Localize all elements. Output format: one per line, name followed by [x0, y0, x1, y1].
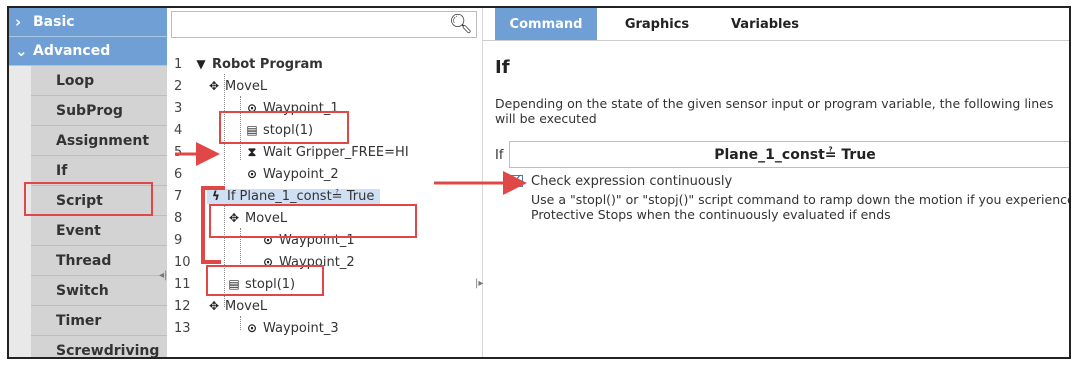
checkbox-help-text: Use a "stopl()" or "stopj()" script comm…	[531, 192, 1071, 222]
nav-item-thread[interactable]: Thread	[31, 246, 167, 276]
nav-item-switch[interactable]: Switch	[31, 276, 167, 306]
tree-node-label: Robot Program	[212, 57, 323, 72]
search-icon[interactable]: 🔍︎	[449, 12, 473, 35]
line-number: 7	[174, 189, 183, 204]
nav-category-label: Advanced	[33, 43, 111, 59]
nav-category-basic[interactable]: › Basic	[9, 8, 167, 37]
checkbox-label[interactable]: Check expression continuously	[531, 174, 732, 189]
tree-node: ⊙ Waypoint_3	[245, 321, 339, 336]
chevron-right-icon: ›	[15, 13, 22, 31]
move-icon: ✥	[208, 299, 220, 313]
checkmark-icon: ✓	[512, 172, 523, 187]
line-number: 2	[174, 79, 183, 94]
tree-row[interactable]: 5 ⧗ Wait Gripper_FREE=HI	[167, 142, 477, 164]
page-title: If	[495, 57, 510, 78]
tree-row[interactable]: 2 ✥ MoveL	[167, 76, 477, 98]
tree-node: ⧗ Wait Gripper_FREE=HI	[245, 145, 409, 160]
tree-node: ⊙ Waypoint_2	[245, 167, 339, 182]
annotation-box-stopl-2	[206, 265, 324, 296]
lightning-icon: ϟ	[212, 189, 220, 203]
tree-row[interactable]: 13 ⊙ Waypoint_3	[167, 318, 477, 340]
line-number: 12	[174, 299, 191, 314]
line-number: 9	[174, 233, 183, 248]
nav-item-event[interactable]: Event	[31, 216, 167, 246]
tree-node: ✥ MoveL	[207, 79, 267, 94]
waypoint-icon: ⊙	[246, 167, 258, 181]
command-panel: Command Graphics Variables If Depending …	[483, 8, 1069, 357]
if-field-label: If	[495, 148, 504, 163]
tree-node-label: MoveL	[225, 299, 268, 314]
collapse-triangle-icon[interactable]: ▼	[194, 57, 208, 71]
nav-item-screwdriving[interactable]: Screwdriving	[31, 336, 167, 357]
tree-node: ϟ If Plane_1_const≟ True	[207, 189, 381, 204]
tree-node-label: Waypoint_2	[263, 167, 339, 182]
search-input[interactable]: 🔍︎	[171, 11, 477, 38]
line-number: 4	[174, 123, 183, 138]
nav-category-advanced[interactable]: ⌄ Advanced	[9, 37, 167, 66]
annotation-box-stopl-1	[219, 111, 349, 144]
tree-node-label: Wait Gripper_FREE=HI	[263, 145, 409, 160]
expression-field[interactable]: Plane_1_const≟ True	[509, 141, 1069, 168]
chevron-down-icon: ⌄	[15, 42, 28, 60]
nav-category-label: Basic	[33, 14, 75, 30]
program-tree-panel: 🔍︎ 1 ▼ Robot Program 2 ✥ MoveL 3 ⊙ Waypoint…	[167, 8, 483, 357]
tree-node: ✥ MoveL	[207, 299, 267, 314]
nav-item-assignment[interactable]: Assignment	[31, 126, 167, 156]
annotation-box-movel	[209, 204, 417, 238]
tree-node-label: If Plane_1_const≟ True	[227, 189, 375, 204]
tree-node-label: Waypoint_3	[263, 321, 339, 336]
if-description: Depending on the state of the given sens…	[495, 96, 1054, 126]
nav-item-subprog[interactable]: SubProg	[31, 96, 167, 126]
tree-row[interactable]: 6 ⊙ Waypoint_2	[167, 164, 477, 186]
line-number: 10	[174, 255, 191, 270]
line-number: 1	[174, 57, 183, 72]
line-number: 5	[174, 145, 183, 160]
waypoint-icon: ⊙	[246, 321, 258, 335]
line-number: 6	[174, 167, 183, 182]
tree-row[interactable]: 1 ▼ Robot Program	[167, 54, 477, 76]
tree-row[interactable]: 12 ✥ MoveL	[167, 296, 477, 318]
nav-item-timer[interactable]: Timer	[31, 306, 167, 336]
nav-item-loop[interactable]: Loop	[31, 66, 167, 96]
tree-node-label: MoveL	[225, 79, 268, 94]
line-number: 13	[174, 321, 191, 336]
tab-variables[interactable]: Variables	[715, 8, 815, 40]
line-number: 8	[174, 211, 183, 226]
tree-node: ▼ Robot Program	[194, 57, 323, 72]
tab-bar: Command Graphics Variables	[483, 8, 1069, 41]
line-number: 11	[174, 277, 191, 292]
move-icon: ✥	[208, 79, 220, 93]
line-number: 3	[174, 101, 183, 116]
tab-command[interactable]: Command	[495, 8, 597, 40]
screenshot-frame: › Basic ⌄ Advanced Loop SubProg Assignme…	[7, 6, 1071, 359]
check-continuously-checkbox[interactable]: ✓	[511, 172, 523, 187]
tab-graphics[interactable]: Graphics	[607, 8, 707, 40]
annotation-box-script	[24, 182, 153, 216]
hourglass-icon: ⧗	[247, 145, 257, 159]
